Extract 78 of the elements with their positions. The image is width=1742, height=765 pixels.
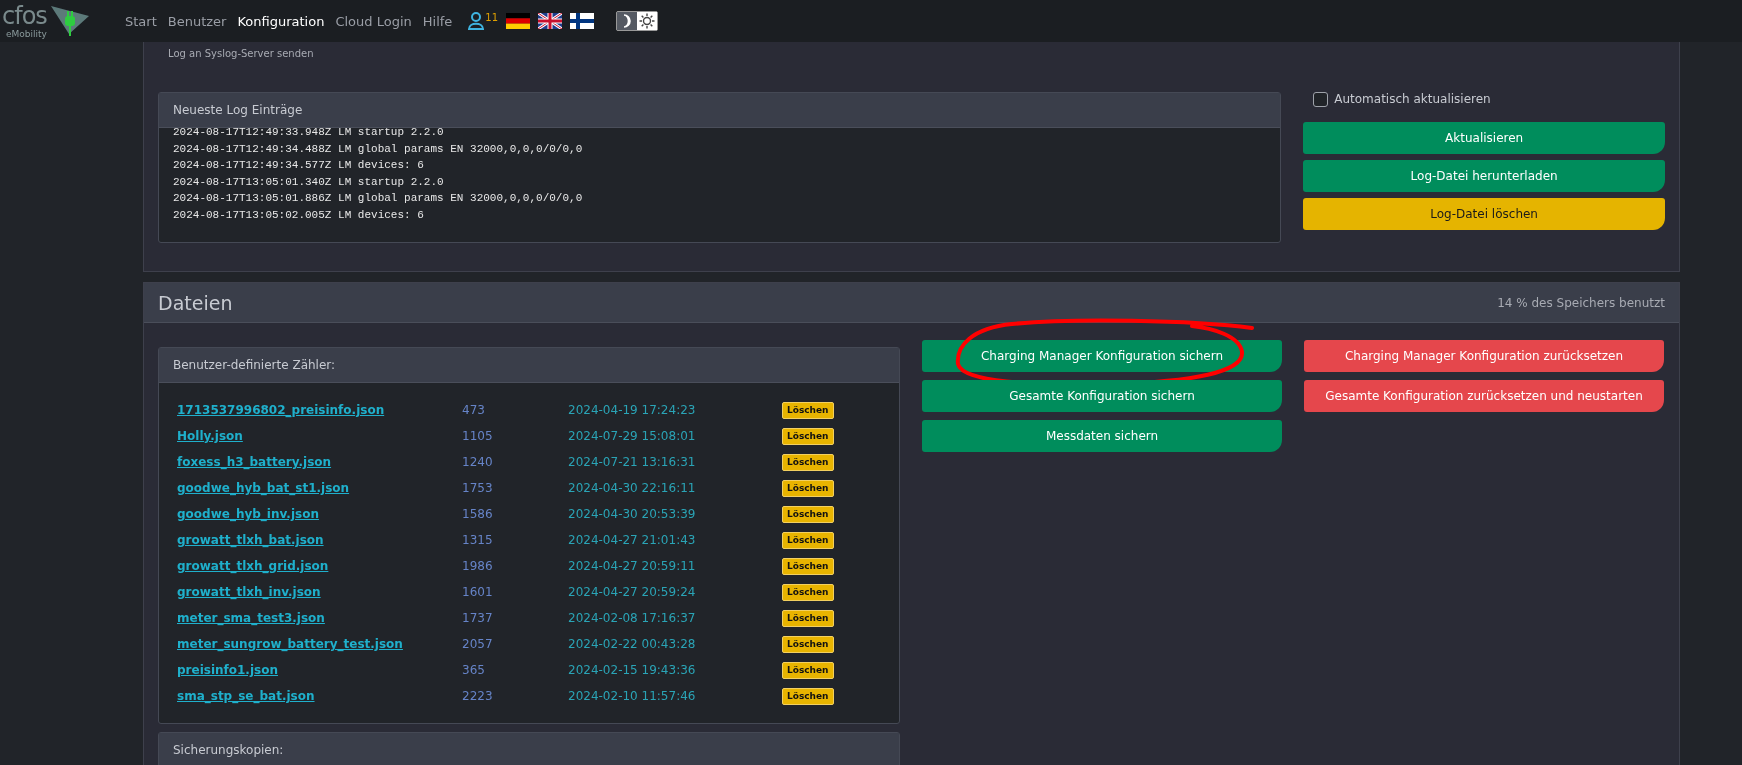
file-date: 2024-02-08 17:16:37: [568, 611, 697, 625]
file-size: 1240: [462, 455, 494, 469]
delete-button[interactable]: Löschen: [782, 531, 834, 549]
action-button[interactable]: Aktualisieren: [1303, 122, 1665, 154]
delete-button[interactable]: Löschen: [782, 427, 834, 445]
nav-link[interactable]: Cloud Login: [335, 13, 412, 29]
delete-button[interactable]: Löschen: [782, 687, 834, 705]
file-size: 1986: [462, 559, 494, 573]
file-date: 2024-02-15 19:43:36: [568, 663, 697, 677]
file-link[interactable]: goodwe_hyb_inv.json: [177, 507, 319, 521]
logo-subtitle: eMobility: [5, 28, 47, 40]
file-link[interactable]: sma_stp_se_bat.json: [177, 689, 315, 703]
nav-link[interactable]: Start: [125, 13, 157, 29]
delete-button[interactable]: Löschen: [782, 557, 834, 575]
file-link[interactable]: growatt_tlxh_bat.json: [177, 533, 324, 547]
delete-button[interactable]: Löschen: [782, 661, 834, 679]
file-size: 365: [462, 663, 486, 677]
file-link[interactable]: preisinfo1.json: [177, 663, 278, 677]
action-button[interactable]: Log-Datei herunterladen: [1303, 160, 1665, 192]
file-size: 2057: [462, 637, 494, 651]
file-date: 2024-04-27 20:59:11: [568, 559, 697, 573]
file-size: 1737: [462, 611, 494, 625]
delete-button[interactable]: Löschen: [782, 635, 834, 653]
union-jack-flag-icon[interactable]: [538, 13, 563, 29]
nav-link[interactable]: Hilfe: [422, 13, 453, 29]
file-link[interactable]: growatt_tlxh_inv.json: [177, 585, 321, 599]
file-size: 1601: [462, 585, 494, 599]
delete-button[interactable]: Löschen: [782, 453, 834, 471]
save-button[interactable]: Gesamte Konfiguration sichern: [922, 380, 1282, 412]
file-link[interactable]: meter_sungrow_battery_test.json: [177, 637, 403, 651]
delete-button[interactable]: Löschen: [782, 479, 834, 497]
file-link[interactable]: foxess_h3_battery.json: [177, 455, 332, 469]
file-size: 1586: [462, 507, 494, 521]
checkbox[interactable]: [1313, 91, 1329, 107]
file-link[interactable]: goodwe_hyb_bat_st1.json: [177, 481, 350, 495]
card-header: Neueste Log Einträge: [159, 93, 1281, 128]
file-size: 2223: [462, 689, 494, 703]
file-link[interactable]: Holly.json: [177, 429, 243, 443]
file-link[interactable]: 1713537996802_preisinfo.json: [177, 403, 385, 417]
file-date: 2024-04-19 17:24:23: [568, 403, 697, 417]
checkbox-label[interactable]: Automatisch aktualisieren: [1334, 92, 1491, 106]
reset-button[interactable]: Gesamte Konfiguration zurücksetzen und neustarten: [1304, 380, 1664, 412]
file-link[interactable]: meter_sma_test3.json: [177, 611, 325, 625]
file-size: 1753: [462, 481, 494, 495]
action-button[interactable]: Log-Datei löschen: [1303, 198, 1665, 230]
user-icon: [468, 12, 485, 30]
delete-button[interactable]: Löschen: [782, 401, 834, 419]
file-date: 2024-07-21 13:16:31: [568, 455, 697, 469]
file-link[interactable]: growatt_tlxh_grid.json: [177, 559, 329, 573]
logo-text[interactable]: cfos: [2, 2, 47, 29]
file-date: 2024-02-10 11:57:46: [568, 689, 697, 703]
delete-button[interactable]: Löschen: [782, 609, 834, 627]
user-button[interactable]: 11: [468, 12, 499, 30]
save-button[interactable]: Messdaten sichern: [922, 420, 1282, 452]
file-date: 2024-02-22 00:43:28: [568, 637, 697, 651]
finnish-flag-icon[interactable]: [570, 13, 595, 29]
file-size: 1105: [462, 429, 494, 443]
delete-button[interactable]: Löschen: [782, 505, 834, 523]
file-size: 473: [462, 403, 486, 417]
nav-link[interactable]: Benutzer: [167, 13, 227, 29]
nav-link[interactable]: Konfiguration: [237, 13, 325, 29]
delete-button[interactable]: Löschen: [782, 583, 834, 601]
file-date: 2024-04-30 20:53:39: [568, 507, 697, 521]
file-date: 2024-04-27 21:01:43: [568, 533, 697, 547]
card-header: Sicherungskopien:: [159, 733, 899, 765]
file-size: 1315: [462, 533, 494, 547]
card-header: Benutzer-definierte Zähler:: [159, 348, 899, 383]
save-button[interactable]: Charging Manager Konfiguration sichern: [922, 340, 1282, 372]
file-date: 2024-04-27 20:59:24: [568, 585, 697, 599]
file-date: 2024-04-30 22:16:11: [568, 481, 697, 495]
panel-title: Dateien: [158, 291, 233, 314]
german-flag-icon[interactable]: [506, 13, 531, 29]
file-date: 2024-07-29 15:08:01: [568, 429, 697, 443]
sun-icon[interactable]: [637, 12, 658, 30]
storage-usage-text: 14 % des Speichers benutzt: [1497, 295, 1665, 310]
moon-icon[interactable]: [617, 12, 638, 30]
reset-button[interactable]: Charging Manager Konfiguration zurücksetzen: [1304, 340, 1664, 372]
syslog-label: Log an Syslog-Server senden: [167, 48, 315, 61]
